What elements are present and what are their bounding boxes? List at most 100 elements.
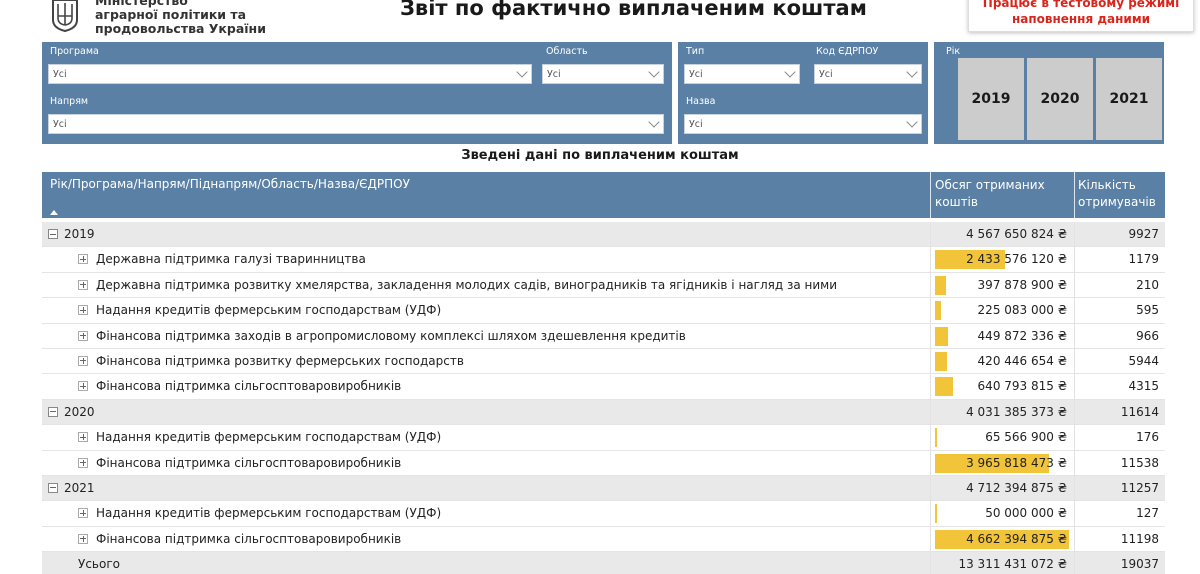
program-filter-value: Усі (53, 69, 67, 80)
amount-data-bar (935, 351, 948, 371)
column-divider (1074, 425, 1075, 451)
collapse-icon[interactable] (48, 229, 58, 239)
chevron-down-icon (784, 66, 796, 78)
column-divider (1074, 348, 1075, 374)
column-divider (1074, 222, 1075, 247)
type-filter-label: Тип (686, 46, 705, 57)
table-row-year[interactable]: 2021 4 712 394 875 ₴ 11257 (42, 475, 1165, 502)
row-label: Усього (78, 557, 120, 572)
expand-icon[interactable] (78, 432, 88, 443)
row-label: Державна підтримка галузі тваринництва (96, 252, 366, 267)
row-amount: 4 712 394 875 ₴ (966, 480, 1067, 495)
row-amount-cell: 225 083 000 ₴ (931, 298, 1073, 323)
chevron-down-icon (648, 66, 660, 78)
row-count: 19037 (1120, 557, 1159, 572)
expand-icon[interactable] (78, 330, 88, 341)
direction-filter-value: Усі (53, 119, 67, 130)
year-button-2021[interactable]: 2021 (1096, 58, 1162, 140)
table-row-year[interactable]: 2019 4 567 650 824 ₴ 9927 (42, 222, 1165, 248)
row-label: Фінансова підтримка сільгоспто­варовироб… (96, 379, 402, 394)
type-filter-dropdown[interactable]: Усі (684, 64, 800, 84)
table-row[interactable]: Фінансова підтримка розвитку фермерських… (42, 348, 1165, 375)
column-divider (1074, 450, 1075, 476)
row-amount-cell: 4 712 394 875 ₴ (931, 476, 1073, 501)
table-row[interactable]: Надання кредитів фермерським господарств… (42, 425, 1165, 451)
row-count: 4315 (1128, 379, 1159, 394)
program-filter-dropdown[interactable]: Усі (48, 64, 532, 84)
year-button-2019[interactable]: 2019 (958, 58, 1024, 140)
filter-panel-main: Програма Усі Область Усі Напрям Усі (42, 42, 672, 144)
table-row-year[interactable]: 2020 4 031 385 373 ₴ 11614 (42, 399, 1165, 426)
amount-data-bar (935, 428, 937, 448)
row-count: 9927 (1128, 227, 1159, 241)
row-label: Фінансова підтримка розвитку фермерських… (96, 353, 464, 368)
row-amount-cell: 3 965 818 473 ₴ (931, 451, 1073, 476)
column-divider (1074, 272, 1075, 298)
column-divider (1074, 399, 1075, 425)
row-amount: 2 433 576 120 ₴ (966, 252, 1067, 267)
table-row[interactable]: Фінансова підтримка сільгоспто­варовироб… (42, 374, 1165, 400)
ministry-name: Міністерство аграрної політики та продов… (95, 0, 266, 36)
table-row[interactable]: Фінансова підтримка заходів в агропромис… (42, 323, 1165, 349)
column-divider (1074, 323, 1075, 349)
header-hierarchy[interactable]: Рік/Програма/Напрям/Піднапрям/Область/На… (50, 177, 410, 191)
table-row[interactable]: Державна підтримка розвитку хмелярства, … (42, 272, 1165, 299)
collapse-icon[interactable] (48, 482, 58, 493)
expand-icon[interactable] (78, 381, 88, 392)
table-row[interactable]: Фінансова підтримка сільгоспто­варовироб… (42, 526, 1165, 553)
filter-panel-type: Тип Усі Код ЄДРПОУ Усі Назва Усі (678, 42, 928, 144)
row-amount-cell: 420 446 654 ₴ (931, 349, 1073, 374)
name-filter-dropdown[interactable]: Усі (684, 114, 922, 134)
sort-ascending-icon[interactable] (50, 210, 58, 215)
chevron-down-icon (516, 66, 528, 78)
row-amount: 50 000 000 ₴ (985, 506, 1067, 521)
column-divider (1074, 526, 1075, 552)
row-count: 11538 (1120, 455, 1159, 470)
expand-icon[interactable] (78, 457, 88, 468)
expand-icon[interactable] (78, 508, 88, 519)
table-row[interactable]: Державна підтримка галузі тваринництва 2 … (42, 247, 1165, 273)
expand-icon[interactable] (78, 533, 88, 544)
header-count[interactable]: Кількість отримувачів (1078, 177, 1163, 211)
header-amount[interactable]: Обсяг отриманих коштів (935, 177, 1075, 211)
chevron-down-icon (648, 116, 660, 128)
ministry-line-2: аграрної політики та (95, 7, 247, 22)
row-count: 176 (1136, 430, 1159, 445)
column-divider (1074, 298, 1075, 324)
table-row[interactable]: Надання кредитів фермерським господарств… (42, 501, 1165, 527)
year-button-2020[interactable]: 2020 (1027, 58, 1093, 140)
row-amount: 225 083 000 ₴ (977, 303, 1067, 318)
expand-icon[interactable] (78, 305, 88, 316)
column-divider (1074, 501, 1075, 527)
expand-icon[interactable] (78, 279, 88, 290)
row-count: 127 (1136, 506, 1159, 521)
row-label: 2019 (64, 227, 95, 241)
row-amount-cell: 4 662 394 875 ₴ (931, 527, 1073, 552)
collapse-icon[interactable] (48, 406, 58, 417)
row-count: 966 (1136, 328, 1159, 343)
program-filter-label: Програма (50, 46, 99, 57)
page-title: Звіт по фактично виплаченим коштам (400, 0, 867, 20)
row-label: Надання кредитів фермерським господарств… (96, 303, 442, 318)
row-amount: 420 446 654 ₴ (977, 353, 1067, 368)
table-row[interactable]: Фінансова підтримка сільгоспто­варовироб… (42, 450, 1165, 476)
edrpou-filter-label: Код ЄДРПОУ (816, 46, 879, 57)
chevron-down-icon (906, 116, 918, 128)
amount-data-bar (935, 326, 948, 346)
row-amount-cell: 65 566 900 ₴ (931, 425, 1073, 450)
table-body: 2019 4 567 650 824 ₴ 9927 Державна підтримк… (42, 222, 1165, 574)
row-amount-cell: 13 311 431 072 ₴ (931, 552, 1073, 574)
row-count: 11257 (1120, 480, 1159, 495)
row-amount: 4 662 394 875 ₴ (966, 531, 1067, 546)
region-filter-dropdown[interactable]: Усі (542, 64, 664, 84)
direction-filter-dropdown[interactable]: Усі (48, 114, 664, 134)
report-header: Міністерство аграрної політики та продов… (0, 0, 1200, 40)
edrpou-filter-dropdown[interactable]: Усі (814, 64, 922, 84)
column-divider (1074, 475, 1075, 501)
table-row[interactable]: Надання кредитів фермерським господарств… (42, 298, 1165, 324)
expand-icon[interactable] (78, 254, 88, 265)
expand-icon[interactable] (78, 355, 88, 366)
year-slicer-label: Рік (946, 46, 961, 57)
table-row-total[interactable]: Усього 13 311 431 072 ₴ 19037 (42, 552, 1165, 574)
name-filter-value: Усі (689, 119, 703, 130)
